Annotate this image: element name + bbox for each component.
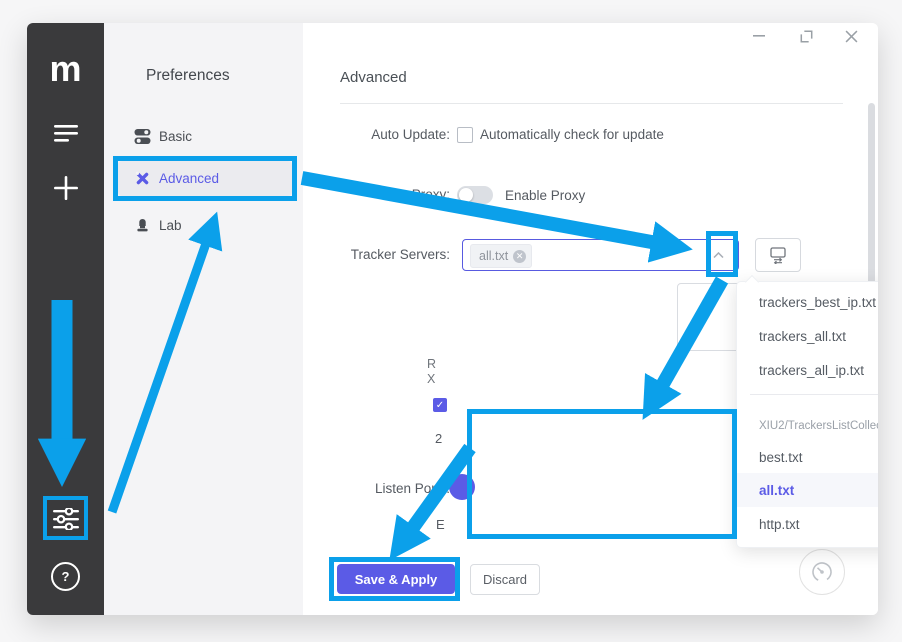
highlight-box-preferences-icon — [43, 496, 88, 540]
page-title: Advanced — [340, 69, 407, 86]
obscured-text: X — [427, 372, 435, 386]
obscured-text: 2 — [435, 431, 442, 446]
close-icon — [845, 30, 858, 43]
minimize-icon — [753, 34, 765, 38]
option-label: trackers_best_ip.txt — [759, 295, 876, 310]
dropdown-option[interactable]: best.txt — [737, 440, 878, 474]
listen-ports-label: Listen Ports: — [307, 481, 450, 496]
option-label: best.txt — [759, 450, 803, 465]
highlight-box-advanced — [113, 156, 297, 201]
close-button[interactable] — [841, 26, 861, 46]
task-list-icon — [54, 124, 78, 142]
help-glyph: ? — [62, 569, 70, 584]
dropdown-option[interactable]: trackers_all.txt — [737, 319, 878, 353]
speedometer-icon — [809, 559, 835, 585]
obscured-checkbox-checked[interactable]: ✓ — [433, 398, 447, 412]
proxy-option-label: Enable Proxy — [505, 188, 585, 203]
restore-icon — [800, 30, 813, 43]
dropdown-option-selected[interactable]: all.txt ✓ — [737, 473, 878, 507]
nav-item-lab[interactable]: Lab — [118, 208, 292, 243]
selected-tag: all.txt ✕ — [470, 244, 532, 268]
page: m — [0, 0, 902, 642]
plus-icon — [54, 176, 78, 200]
preferences-nav: Preferences Basic Advanced — [104, 23, 303, 615]
divider — [340, 103, 843, 104]
auto-update-checkbox[interactable] — [457, 127, 473, 143]
nav-item-basic[interactable]: Basic — [118, 119, 292, 154]
toggle-knob — [459, 188, 473, 202]
dropdown-group-label: XIU2/TrackersListCollection — [759, 416, 878, 436]
auto-update-option-label[interactable]: Automatically check for update — [480, 127, 664, 142]
toggles-icon — [134, 128, 151, 145]
dropdown-divider — [750, 394, 878, 395]
proxy-label: Proxy: — [307, 187, 450, 202]
app-window: m — [27, 23, 878, 615]
dropdown-option[interactable]: http.txt — [737, 507, 878, 541]
speed-limit-button[interactable] — [799, 549, 845, 595]
logo-m-icon: m — [49, 54, 81, 84]
task-list-button[interactable] — [27, 123, 104, 143]
highlight-box-tracker-group — [467, 409, 737, 539]
proxy-toggle[interactable] — [457, 186, 493, 204]
question-mark-icon: ? — [51, 562, 80, 591]
minimize-button[interactable] — [749, 26, 769, 46]
nav-item-label: Basic — [159, 129, 192, 144]
option-label: all.txt — [759, 483, 794, 498]
obscured-text: R — [427, 357, 436, 371]
help-button[interactable]: ? — [27, 563, 104, 590]
dropdown-option[interactable]: trackers_all_ip.txt — [737, 353, 878, 387]
nav-item-label: Lab — [159, 218, 182, 233]
lab-icon — [134, 217, 151, 234]
tracker-servers-label: Tracker Servers: — [307, 247, 450, 262]
option-label: trackers_all_ip.txt — [759, 363, 864, 378]
highlight-box-dropdown-caret — [706, 231, 738, 277]
discard-label: Discard — [483, 572, 527, 587]
discard-button[interactable]: Discard — [470, 564, 540, 595]
app-logo: m — [27, 49, 104, 89]
sync-icon — [769, 247, 787, 264]
highlight-box-save-button — [329, 557, 460, 601]
auto-update-label: Auto Update: — [307, 127, 450, 142]
add-task-button[interactable] — [27, 175, 104, 201]
option-label: http.txt — [759, 517, 800, 532]
tracker-dropdown: trackers_best_ip.txt trackers_all.txt tr… — [736, 281, 878, 548]
obscured-text: E — [436, 517, 445, 532]
tag-remove-icon[interactable]: ✕ — [513, 250, 526, 263]
tracker-select[interactable]: all.txt ✕ — [462, 239, 739, 271]
option-label: trackers_all.txt — [759, 329, 846, 344]
tag-label: all.txt — [479, 249, 508, 263]
maximize-button[interactable] — [796, 26, 816, 46]
sync-trackers-button[interactable] — [755, 238, 801, 272]
panel-title: Preferences — [146, 67, 230, 85]
dropdown-option[interactable]: trackers_best_ip.txt — [737, 285, 878, 319]
